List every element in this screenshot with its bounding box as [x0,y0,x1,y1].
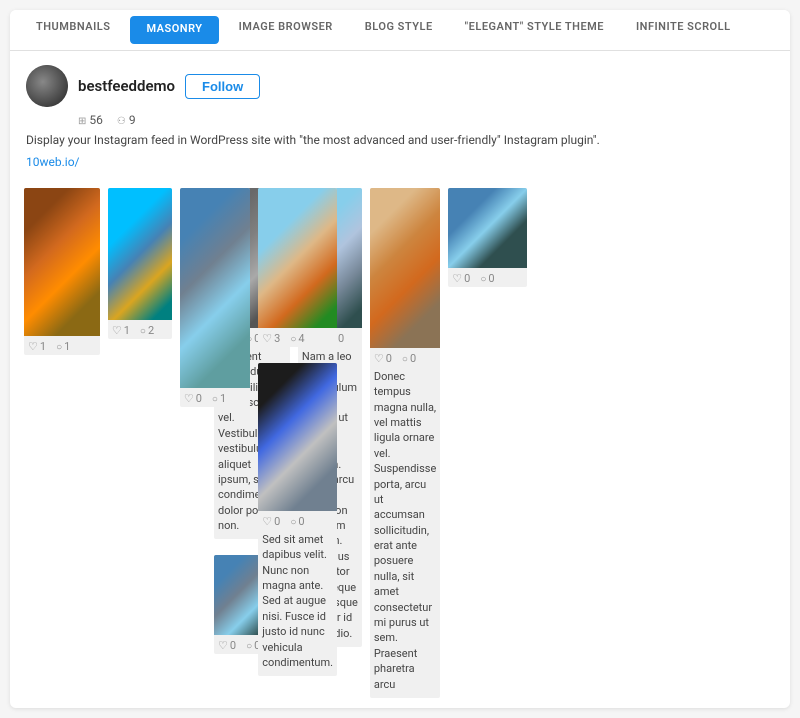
like-count: 0 [218,639,236,652]
heart-icon [28,340,38,353]
grid-item[interactable]: 12 [108,188,172,339]
tab-masonry[interactable]: MASONRY [130,16,218,44]
tab-blog-style[interactable]: BLOG STYLE [349,10,449,51]
item-meta: 34 [258,328,337,347]
item-meta: 01 [180,388,250,407]
comment-icon [402,352,408,365]
comment-count: 0 [290,515,304,528]
heart-icon [184,392,194,405]
like-count: 0 [184,392,202,405]
comment-icon [290,515,296,528]
grid-item[interactable]: 11 [24,188,100,355]
like-count: 1 [112,324,130,337]
grid-item[interactable]: 01 [180,188,250,407]
tab-image-browser[interactable]: IMAGE BROWSER [223,10,349,51]
like-count: 0 [374,352,392,365]
followers-count: 9 [129,113,136,127]
posts-icon [78,113,86,127]
item-caption: Donec tempus magna nulla, vel mattis lig… [370,367,440,698]
item-meta: 12 [108,320,172,339]
masonry-grid: 1100Praesent varius dui est, vel facilis… [10,178,790,708]
like-count: 0 [452,272,470,285]
comment-icon [56,340,62,353]
comment-count: 1 [56,340,70,353]
like-count: 0 [262,515,280,528]
heart-icon [262,332,272,345]
grid-item[interactable]: 34 [258,188,337,347]
grid-image-surfgirl [258,188,337,328]
comment-icon [480,272,486,285]
comment-count: 4 [290,332,304,345]
grid-image-racing [258,363,337,511]
like-count: 1 [28,340,46,353]
avatar [26,65,68,107]
heart-icon [262,515,272,528]
grid-image-aerial [108,188,172,320]
profile-stats: 56 9 [78,113,774,127]
grid-image-pumpkins [24,188,100,336]
comment-count: 2 [140,324,154,337]
comment-icon [290,332,296,345]
item-meta: 00 [258,511,337,530]
followers-icon [117,113,126,127]
grid-image-building [180,188,250,388]
tab-thumbnails[interactable]: THUMBNAILS [20,10,126,51]
profile-area: bestfeeddemo Follow 56 9 Display your In… [10,51,790,178]
grid-item[interactable]: 00Sed sit amet dapibus velit. Nunc non m… [258,363,337,677]
item-caption: Sed sit amet dapibus velit. Nunc non mag… [258,530,337,677]
grid-image-city2 [448,188,527,268]
heart-icon [112,324,122,337]
profile-username: bestfeeddemo [78,77,175,95]
grid-item[interactable]: 00Donec tempus magna nulla, vel mattis l… [370,188,440,698]
comment-icon [212,392,218,405]
item-meta: 11 [24,336,100,355]
profile-link[interactable]: 10web.io/ [26,155,79,169]
comment-count: 0 [402,352,416,365]
comment-count: 0 [480,272,494,285]
heart-icon [452,272,462,285]
comment-count: 1 [212,392,226,405]
profile-description: Display your Instagram feed in WordPress… [26,132,774,149]
item-meta: 00 [448,268,527,287]
tabs-bar: THUMBNAILSMASONRYIMAGE BROWSERBLOG STYLE… [10,10,790,51]
follow-button[interactable]: Follow [185,74,260,99]
grid-item[interactable]: 00 [448,188,527,287]
like-count: 3 [262,332,280,345]
heart-icon [218,639,228,652]
grid-image-rocks [370,188,440,348]
item-meta: 00 [370,348,440,367]
tab-infinite-scroll[interactable]: INFINITE SCROLL [620,10,747,51]
comment-icon [140,324,146,337]
heart-icon [374,352,384,365]
main-container: THUMBNAILSMASONRYIMAGE BROWSERBLOG STYLE… [10,10,790,708]
comment-icon [246,639,252,652]
posts-count: 56 [89,113,103,127]
tab-elegant[interactable]: "ELEGANT" STYLE THEME [449,10,620,51]
